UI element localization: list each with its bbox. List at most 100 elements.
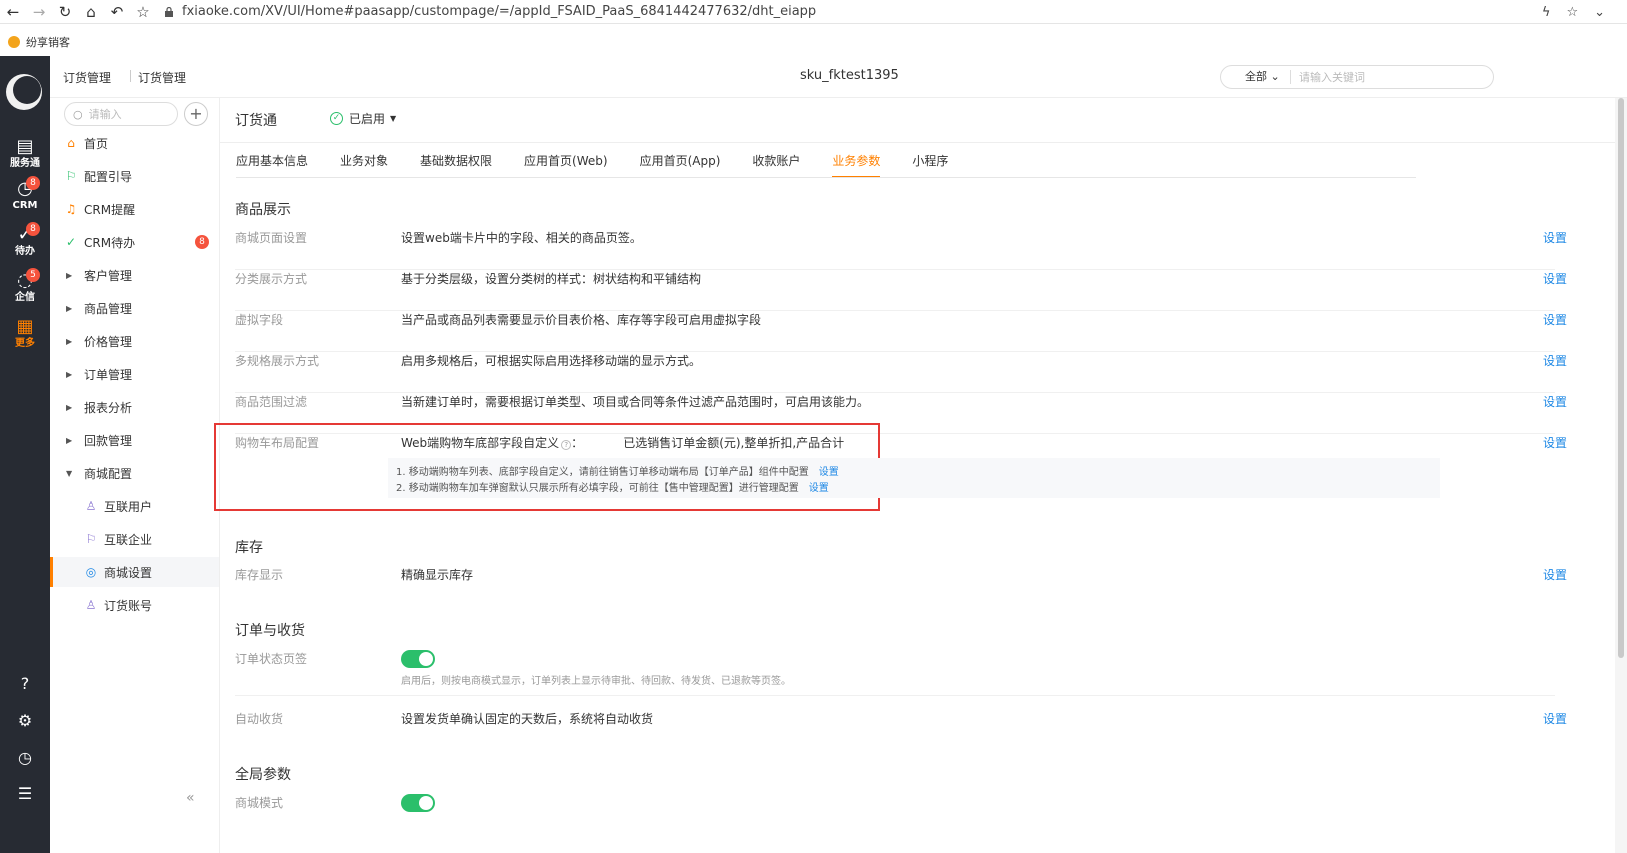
sidebar-item-home[interactable]: ⌂ 首页: [50, 128, 219, 158]
tab-business-objects[interactable]: 业务对象: [340, 150, 388, 178]
reload-icon[interactable]: ↻: [52, 0, 78, 24]
settings-link[interactable]: 设置: [809, 483, 829, 494]
section-title-stock: 库存: [235, 540, 263, 556]
sidebar-item-order[interactable]: ▶ 订单管理: [50, 359, 219, 389]
bookmark-star-icon[interactable]: ☆: [1566, 5, 1578, 20]
caret-down-icon: ▼: [66, 468, 73, 478]
caret-right-icon: ▶: [66, 435, 73, 445]
sidebar-item-mall-config[interactable]: ▼ 商城配置: [50, 458, 219, 488]
sidebar-item-report[interactable]: ▶ 报表分析: [50, 392, 219, 422]
sidebar-item-label: 订货账号: [104, 598, 153, 613]
mall-mode-toggle[interactable]: [401, 794, 435, 812]
home-icon[interactable]: ⌂: [78, 0, 104, 24]
note-text: 2. 移动端购物车加车弹窗默认只展示所有必填字段，可前往【售中管理配置】进行管理…: [396, 483, 799, 494]
section-title-product: 商品展示: [235, 202, 291, 218]
crm-badge: 8: [26, 176, 40, 190]
sidebar-item-price[interactable]: ▶ 价格管理: [50, 326, 219, 356]
forward-icon[interactable]: →: [26, 0, 52, 24]
search-input[interactable]: 请输入关键词: [1291, 69, 1365, 85]
status-dropdown[interactable]: ✓ 已启用 ▼: [330, 110, 396, 127]
rail-item-todo[interactable]: ✓ 8 待办: [0, 220, 50, 266]
rail-label: 企信: [15, 292, 35, 303]
sidebar-item-label: 首页: [84, 136, 109, 151]
search-icon: ○: [73, 107, 83, 121]
chevron-down-icon[interactable]: ⌄: [1594, 5, 1605, 20]
tab-payment-accounts[interactable]: 收款账户: [752, 150, 800, 178]
sidebar-item-product[interactable]: ▶ 商品管理: [50, 293, 219, 323]
rail-item-service[interactable]: ▤ 服务通: [0, 132, 50, 178]
tab-business-params[interactable]: 业务参数: [832, 150, 881, 178]
settings-link[interactable]: 设置: [1543, 270, 1567, 287]
tab-mini-program[interactable]: 小程序: [912, 150, 948, 178]
help-icon[interactable]: ?: [0, 670, 50, 696]
tab-app-home[interactable]: 应用首页(App): [640, 150, 721, 178]
add-button[interactable]: +: [184, 102, 208, 126]
row-description: 设置web端卡片中的字段、相关的商品页签。: [401, 231, 642, 245]
row-label: 自动收货: [235, 712, 284, 726]
lightning-icon[interactable]: ϟ: [1542, 5, 1551, 20]
settings-row: 多规格展示方式 启用多规格后，可根据实际启用选择移动端的显示方式。 设置: [235, 352, 1567, 393]
settings-link[interactable]: 设置: [819, 467, 839, 478]
sidebar-item-guide[interactable]: ⚐ 配置引导: [50, 161, 219, 191]
sidebar-item-order-account[interactable]: ♙ 订货账号: [50, 590, 219, 620]
search-scope-select[interactable]: 全部 ⌄: [1221, 70, 1291, 84]
sidebar-item-linked-users[interactable]: ♙ 互联用户: [50, 491, 219, 521]
sidebar-item-linked-companies[interactable]: ⚐ 互联企业: [50, 524, 219, 554]
row-label: 库存显示: [235, 568, 284, 582]
row-description: 当产品或商品列表需要显示价目表价格、库存等字段可启用虚拟字段: [401, 313, 762, 327]
row-description: 启用多规格后，可根据实际启用选择移动端的显示方式。: [401, 354, 702, 368]
breadcrumb-app[interactable]: 订货管理: [63, 69, 111, 86]
tab-basic-info[interactable]: 应用基本信息: [236, 150, 308, 178]
settings-link[interactable]: 设置: [1543, 311, 1567, 328]
sidebar-item-payment[interactable]: ▶ 回款管理: [50, 425, 219, 455]
tab-data-permissions[interactable]: 基础数据权限: [420, 150, 492, 178]
settings-link[interactable]: 设置: [1543, 393, 1567, 410]
rail-item-chat[interactable]: ◌ 5 企信: [0, 266, 50, 312]
user-avatar[interactable]: [6, 74, 42, 110]
gear-icon[interactable]: ⚙: [0, 707, 50, 733]
global-search[interactable]: 全部 ⌄ 请输入关键词: [1220, 65, 1494, 89]
question-icon[interactable]: ?: [561, 440, 572, 450]
rail-item-crm[interactable]: ◷ 8 CRM: [0, 174, 50, 220]
history-icon[interactable]: ◷: [0, 744, 50, 770]
address-bar[interactable]: fxiaoke.com/XV/UI/Home#paasapp/custompag…: [164, 4, 816, 19]
rail-label: 更多: [15, 338, 35, 349]
tab-web-home[interactable]: 应用首页(Web): [524, 150, 608, 178]
check-circle-icon: ✓: [65, 235, 77, 249]
sidebar-item-crm-todo[interactable]: ✓ CRM待办 8: [50, 227, 219, 257]
scrollbar-thumb[interactable]: [1618, 98, 1624, 658]
bookmark-item[interactable]: 纷享销客: [26, 34, 70, 50]
breadcrumb-page[interactable]: 订货管理: [138, 69, 186, 86]
row-label: 虚拟字段: [235, 313, 284, 327]
sidebar-item-label: 价格管理: [84, 334, 133, 349]
sidebar-search-input[interactable]: ○ 请输入: [64, 102, 178, 126]
contacts-icon[interactable]: ☰: [0, 780, 50, 806]
settings-link[interactable]: 设置: [1543, 229, 1567, 246]
rail-item-more[interactable]: ▦ 更多: [0, 312, 50, 358]
sidebar-item-crm-reminder[interactable]: ♫ CRM提醒: [50, 194, 219, 224]
sidebar-item-label: 客户管理: [84, 268, 133, 283]
undo-icon[interactable]: ↶: [104, 0, 130, 24]
settings-link[interactable]: 设置: [1543, 710, 1567, 727]
sidebar: ○ 请输入 + ⌂ 首页 ⚐ 配置引导 ♫ CRM提醒 ✓ CRM待办 8 ▶ …: [50, 98, 220, 853]
order-status-toggle[interactable]: [401, 650, 435, 668]
star-icon[interactable]: ☆: [130, 0, 156, 24]
collapse-sidebar-icon[interactable]: «: [186, 790, 195, 806]
settings-link[interactable]: 设置: [1543, 434, 1567, 451]
caret-right-icon: ▶: [66, 303, 73, 313]
tab-underline: [236, 177, 1416, 178]
sidebar-item-label: CRM待办: [84, 235, 136, 250]
page-scrollbar[interactable]: [1615, 98, 1627, 853]
row-label: 订单状态页签: [235, 652, 308, 666]
sidebar-item-mall-settings[interactable]: ◎ 商城设置: [50, 557, 219, 587]
cart-config: Web端购物车底部字段自定义?：已选销售订单金额(元),整单折扣,产品合计: [401, 436, 845, 450]
note-text: 1. 移动端购物车列表、底部字段自定义，请前往销售订单移动端布局【订单产品】组件…: [396, 467, 809, 478]
sidebar-item-label: 商城配置: [84, 466, 133, 481]
settings-link[interactable]: 设置: [1543, 566, 1567, 583]
caret-right-icon: ▶: [66, 270, 73, 280]
settings-link[interactable]: 设置: [1543, 352, 1567, 369]
todo-count-badge: 8: [195, 235, 209, 249]
home-icon: ⌂: [67, 136, 75, 150]
sidebar-item-customer[interactable]: ▶ 客户管理: [50, 260, 219, 290]
back-icon[interactable]: ←: [0, 0, 26, 24]
